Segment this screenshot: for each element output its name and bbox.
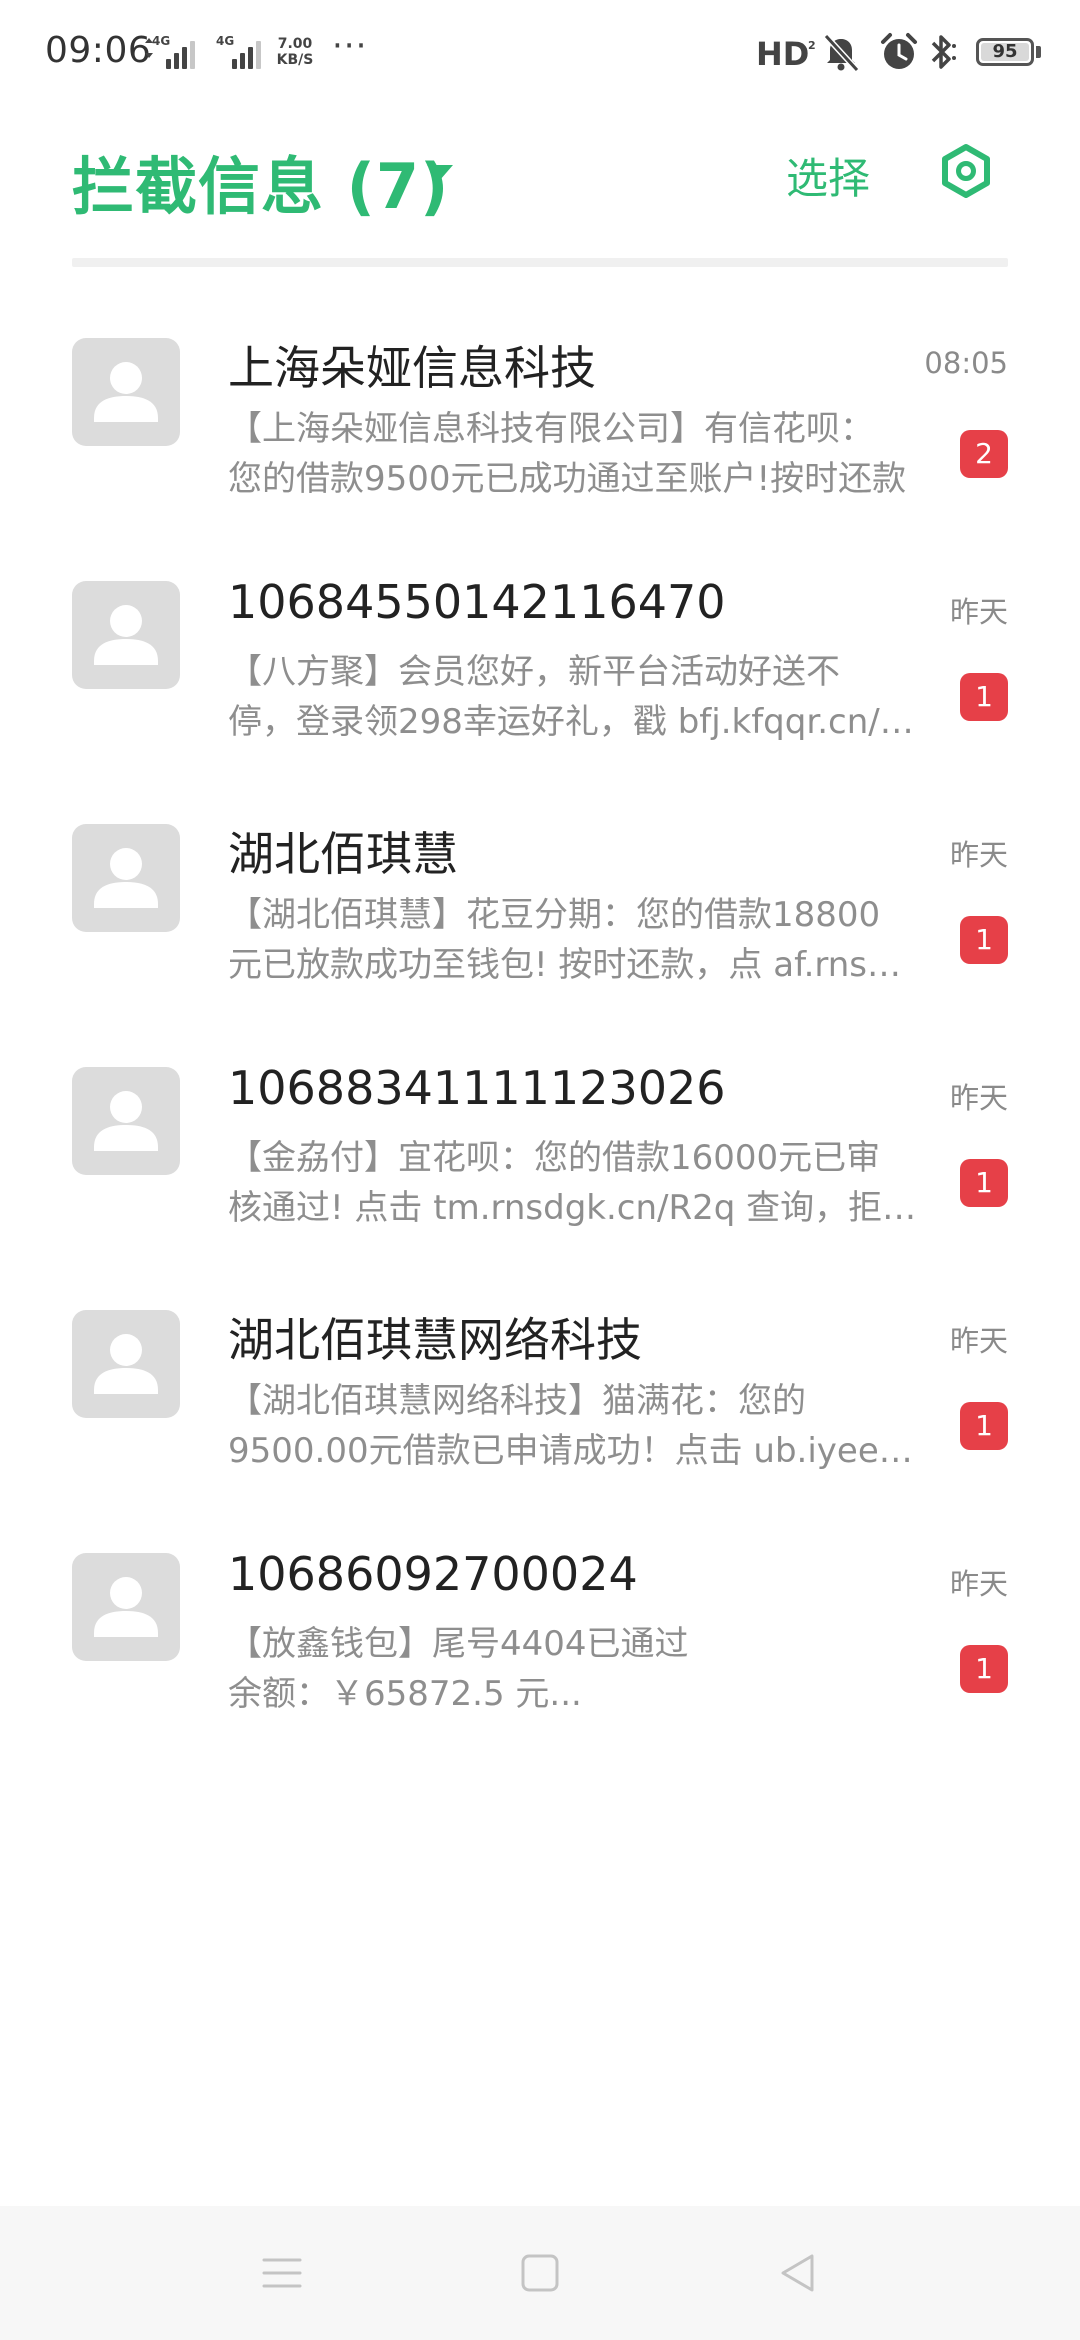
sim1-signal-icon: 4G xyxy=(144,35,200,69)
message-row[interactable]: 10688341111123026 昨天 【金劦付】宜花呗：您的借款16000元… xyxy=(0,999,1080,1242)
message-row[interactable]: 湖北佰琪慧 昨天 【湖北佰琪慧】花豆分期：您的借款18800 元已放款成功至钱包… xyxy=(0,756,1080,999)
message-preview: 【湖北佰琪慧】花豆分期：您的借款18800 元已放款成功至钱包! 按时还款，点 … xyxy=(228,895,918,985)
message-preview: 【上海朵娅信息科技有限公司】有信花呗： 您的借款9500元已成功通过至账户!按时… xyxy=(228,409,907,499)
more-notifications-icon: ··· xyxy=(332,26,368,66)
bluetooth-icon xyxy=(931,35,956,69)
message-preview: 【放鑫钱包】尾号4404已通过 余额：￥65872.5 元... xyxy=(228,1624,689,1714)
message-preview: 【金劦付】宜花呗：您的借款16000元已审 核通过! 点击 tm.rnsdgk.… xyxy=(228,1138,918,1228)
page-title[interactable]: 拦截信息 (7) xyxy=(72,136,449,226)
mute-icon xyxy=(823,33,860,73)
person-icon xyxy=(94,848,158,908)
message-time: 昨天 xyxy=(949,838,1008,872)
status-time: 09:06 xyxy=(45,30,152,71)
hd-voice-sub: 2 xyxy=(808,39,816,52)
message-time: 昨天 xyxy=(949,595,1008,629)
avatar xyxy=(72,1553,180,1661)
chevron-down-icon[interactable] xyxy=(427,165,453,180)
message-row[interactable]: 湖北佰琪慧网络科技 昨天 【湖北佰琪慧网络科技】猫满花：您的 9500.00元借… xyxy=(0,1242,1080,1485)
unread-badge: 2 xyxy=(960,430,1008,478)
avatar xyxy=(72,1067,180,1175)
message-sender: 上海朵娅信息科技 xyxy=(228,341,596,395)
message-preview: 【八方聚】会员您好，新平台活动好送不 停，登录领298幸运好礼，戳 bfj.kf… xyxy=(228,652,918,742)
status-right-icons: HD 2 95 xyxy=(740,0,1080,108)
message-time: 昨天 xyxy=(949,1081,1008,1115)
message-time: 08:05 xyxy=(924,346,1008,380)
unread-badge: 1 xyxy=(960,916,1008,964)
app-header: 拦截信息 (7) 选择 xyxy=(0,108,1080,258)
unread-badge: 1 xyxy=(960,1645,1008,1693)
message-sender: 10686092700024 xyxy=(228,1547,638,1601)
unread-badge: 1 xyxy=(960,1159,1008,1207)
person-icon xyxy=(94,1577,158,1637)
header-divider xyxy=(72,258,1008,267)
unread-badge: 1 xyxy=(960,673,1008,721)
network-speed: 7.00 KB/S xyxy=(276,36,314,68)
message-sender: 湖北佰琪慧 xyxy=(228,827,458,881)
system-nav-bar xyxy=(0,2206,1080,2340)
message-sender: 10688341111123026 xyxy=(228,1061,726,1115)
back-icon[interactable] xyxy=(776,2251,820,2295)
person-icon xyxy=(94,1091,158,1151)
avatar xyxy=(72,1310,180,1418)
avatar xyxy=(72,824,180,932)
select-button[interactable]: 选择 xyxy=(786,145,870,206)
message-row[interactable]: 10686092700024 昨天 【放鑫钱包】尾号4404已通过 余额：￥65… xyxy=(0,1485,1080,1728)
unread-badge: 1 xyxy=(960,1402,1008,1450)
settings-hex-icon[interactable] xyxy=(938,143,994,199)
message-sender: 湖北佰琪慧网络科技 xyxy=(228,1313,642,1367)
status-bar: 09:06 4G 4G 7.00 KB/S ··· HD 2 95 xyxy=(0,0,1080,108)
avatar xyxy=(72,338,180,446)
sim2-signal-icon: 4G xyxy=(216,35,266,69)
battery-icon: 95 xyxy=(976,38,1034,66)
message-sender: 10684550142116470 xyxy=(228,575,726,629)
person-icon xyxy=(94,605,158,665)
person-icon xyxy=(94,362,158,422)
home-icon[interactable] xyxy=(518,2251,562,2295)
hd-voice-label: HD xyxy=(756,35,810,73)
message-row[interactable]: 10684550142116470 昨天 【八方聚】会员您好，新平台活动好送不 … xyxy=(0,513,1080,756)
message-time: 昨天 xyxy=(949,1324,1008,1358)
message-time: 昨天 xyxy=(949,1567,1008,1601)
menu-icon[interactable] xyxy=(260,2251,304,2295)
message-preview: 【湖北佰琪慧网络科技】猫满花：您的 9500.00元借款已申请成功！点击 ub.… xyxy=(228,1381,918,1471)
avatar xyxy=(72,581,180,689)
alarm-icon xyxy=(881,33,917,69)
message-row[interactable]: 上海朵娅信息科技 08:05 【上海朵娅信息科技有限公司】有信花呗： 您的借款9… xyxy=(0,270,1080,513)
person-icon xyxy=(94,1334,158,1394)
